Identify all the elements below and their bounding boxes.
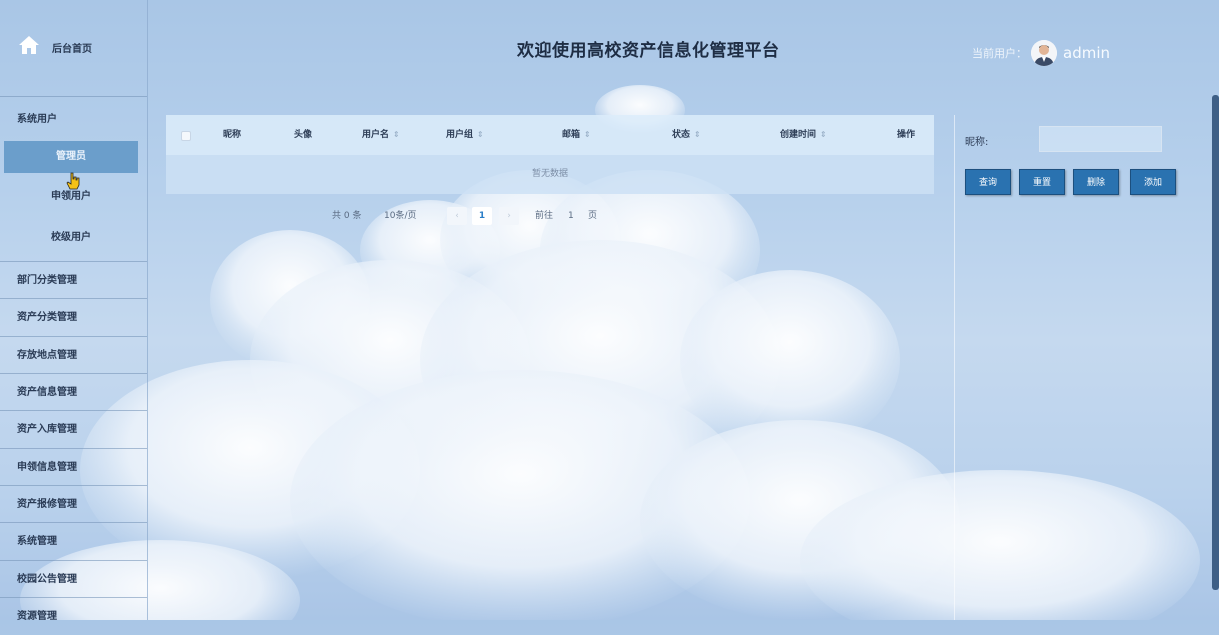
menu-asset-repair[interactable]: 资产报修管理 [0,485,147,522]
menu-group-title[interactable]: 系统用户 [0,110,147,125]
column-created-time[interactable]: 创建时间 ⇕ [780,115,827,155]
page-title: 欢迎使用高校资产信息化管理平台 [517,41,780,61]
column-status[interactable]: 状态 ⇕ [672,115,701,155]
submenu-school-user[interactable]: 校级用户 [4,222,138,254]
menu-resource-management[interactable]: 资源管理 [0,597,147,634]
delete-button[interactable]: 删除 [1073,169,1119,195]
column-email[interactable]: 邮箱 ⇕ [562,115,591,155]
sort-icon[interactable]: ⇕ [584,130,591,139]
select-all-checkbox[interactable] [181,131,191,141]
sort-icon[interactable]: ⇕ [393,130,400,139]
reset-button[interactable]: 重置 [1019,169,1065,195]
panel-divider [954,115,955,620]
goto-label: 前往 [535,211,554,221]
submenu-admin[interactable]: 管理员 [4,141,138,173]
home-icon [19,36,39,54]
current-user[interactable]: 当前用户： admin [972,38,1110,68]
sort-icon[interactable]: ⇕ [820,130,827,139]
menu-storage-location[interactable]: 存放地点管理 [0,336,147,373]
scrollbar[interactable] [1212,95,1219,590]
current-user-name: admin [1063,44,1110,62]
column-usergroup[interactable]: 用户组 ⇕ [446,115,484,155]
table-empty-row: 暂无数据 [166,155,934,194]
menu-group-system-users: 系统用户 [0,110,147,125]
menu-department-category[interactable]: 部门分类管理 [0,261,147,298]
sidebar: 后台首页 系统用户 管理员 申领用户 校级用户 部门分类管理 资产分类管理 存放… [0,0,148,622]
add-button[interactable]: 添加 [1130,169,1176,195]
user-avatar-icon [1031,40,1057,66]
current-user-label: 当前用户： [972,47,1027,60]
column-avatar: 头像 [294,130,313,140]
pagination-total: 共 0 条 [332,211,362,221]
goto-page-input[interactable]: 1 [568,207,574,225]
menu-campus-notice[interactable]: 校园公告管理 [0,560,147,597]
sort-icon[interactable]: ⇕ [694,130,701,139]
column-username[interactable]: 用户名 ⇕ [362,115,400,155]
column-actions: 操作 [897,130,916,140]
menu-asset-info[interactable]: 资产信息管理 [0,373,147,410]
column-nickname: 昵称 [223,130,242,140]
query-button[interactable]: 查询 [965,169,1011,195]
home-label: 后台首页 [52,44,92,55]
cloud-background [20,85,1200,620]
user-table: 昵称 头像 用户名 ⇕ 用户组 ⇕ 邮箱 ⇕ 状态 ⇕ 创建时间 ⇕ 操作 暂无数据 [166,115,934,194]
next-page-button[interactable]: › [499,207,519,225]
nickname-search-input[interactable] [1039,126,1162,152]
page-size-select[interactable]: 10条/页 [384,207,417,225]
page-suffix: 页 [588,211,598,221]
page-number-button[interactable]: 1 [472,207,492,225]
menu-asset-category[interactable]: 资产分类管理 [0,298,147,335]
avatar[interactable] [1031,40,1057,66]
nickname-label: 昵称: [965,137,989,148]
hand-cursor-icon [66,172,80,190]
table-header: 昵称 头像 用户名 ⇕ 用户组 ⇕ 邮箱 ⇕ 状态 ⇕ 创建时间 ⇕ 操作 [166,115,934,155]
prev-page-button[interactable]: ‹ [447,207,467,225]
menu-system-management[interactable]: 系统管理 [0,522,147,559]
menu-asset-stock-in[interactable]: 资产入库管理 [0,410,147,447]
menu-application-info[interactable]: 申领信息管理 [0,448,147,485]
sort-icon[interactable]: ⇕ [477,130,484,139]
home-link[interactable]: 后台首页 [0,0,147,97]
